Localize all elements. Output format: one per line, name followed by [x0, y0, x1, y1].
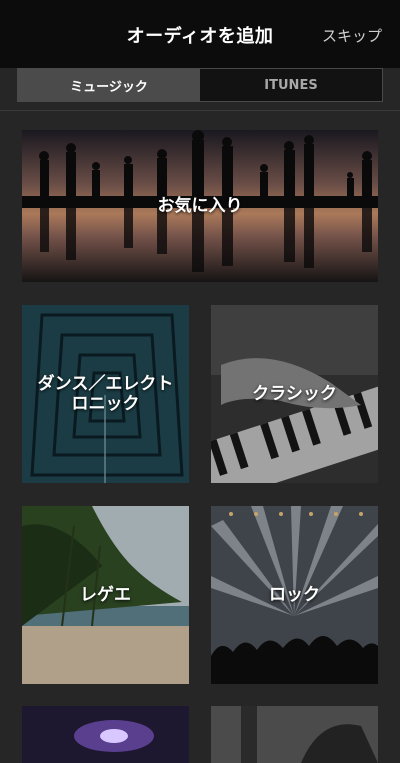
category-label: ロック [269, 585, 320, 605]
source-tabs: ミュージック ITUNES [17, 68, 383, 102]
category-reggae[interactable]: レゲエ [22, 506, 189, 684]
tab-music[interactable]: ミュージック [18, 69, 200, 101]
partial-tile-image [22, 706, 189, 763]
category-classic[interactable]: クラシック [211, 305, 378, 483]
top-bar: オーディオを追加 スキップ [0, 0, 400, 68]
category-label: レゲエ [80, 585, 131, 605]
category-favorites[interactable]: お気に入り [22, 130, 378, 282]
tab-itunes[interactable]: ITUNES [200, 69, 382, 101]
category-rock[interactable]: ロック [211, 506, 378, 684]
category-label: ダンス／エレクトロニック [37, 374, 174, 414]
skip-button[interactable]: スキップ [322, 25, 382, 46]
category-tile-partial[interactable] [22, 706, 189, 763]
category-tile-partial[interactable] [211, 706, 378, 763]
category-dance-electronic[interactable]: ダンス／エレクトロニック [22, 305, 189, 483]
category-label: クラシック [252, 384, 337, 404]
divider [0, 110, 400, 111]
category-label: お気に入り [157, 196, 243, 216]
partial-tile-image [211, 706, 378, 763]
